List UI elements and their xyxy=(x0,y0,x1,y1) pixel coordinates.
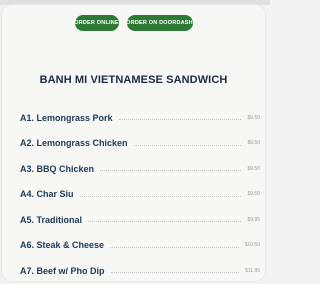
menu-item-name: A4. Char Siu xyxy=(20,189,74,200)
dot-leader xyxy=(79,195,242,197)
menu-item: A1. Lemongrass Pork $9.50 xyxy=(20,105,260,131)
menu-item: A6. Steak & Cheese $10.50 xyxy=(20,233,260,259)
menu-item: A2. Lemongrass Chicken $9.50 xyxy=(20,131,260,157)
menu-item-name: A5. Traditional xyxy=(20,214,83,225)
section-title: BANH MI VIETNAMESE SANDWICH xyxy=(39,74,228,86)
order-buttons: ORDER ONLINE ORDER ON DOORDASH xyxy=(2,15,265,31)
menu-item-name: A3. BBQ Chicken xyxy=(20,163,95,174)
menu-item-name: A6. Steak & Cheese xyxy=(20,240,105,251)
menu-list: A1. Lemongrass Pork $9.50 A2. Lemongrass… xyxy=(20,105,260,284)
menu-item-name: A1. Lemongrass Pork xyxy=(20,112,113,123)
dot-leader xyxy=(118,119,242,121)
dot-leader xyxy=(133,144,242,146)
menu-item: A5. Traditional $9.95 xyxy=(20,207,260,233)
menu-card: ORDER ONLINE ORDER ON DOORDASH BANH MI V… xyxy=(2,5,265,281)
order-online-button[interactable]: ORDER ONLINE xyxy=(74,15,119,31)
menu-item-price: $9.50 xyxy=(247,114,260,121)
dot-leader xyxy=(110,272,240,274)
menu-item: A4. Char Siu $9.50 xyxy=(20,182,260,208)
dot-leader xyxy=(88,221,242,223)
menu-item: A7. Beef w/ Pho Dip $11.95 xyxy=(20,258,260,284)
doordash-button[interactable]: ORDER ON DOORDASH xyxy=(126,15,193,31)
menu-item-name: A7. Beef w/ Pho Dip xyxy=(20,265,105,276)
menu-item-price: $9.50 xyxy=(247,140,260,147)
dot-leader xyxy=(100,170,242,172)
menu-item-price: $11.95 xyxy=(245,267,260,274)
dot-leader xyxy=(110,246,239,248)
menu-item-price: $9.50 xyxy=(247,191,260,198)
menu-item-price: $9.95 xyxy=(247,216,260,223)
menu-item-name: A2. Lemongrass Chicken xyxy=(20,138,128,149)
menu-item: A3. BBQ Chicken $9.50 xyxy=(20,156,260,182)
menu-item-price: $9.50 xyxy=(247,165,260,172)
menu-item-price: $10.50 xyxy=(244,242,260,249)
